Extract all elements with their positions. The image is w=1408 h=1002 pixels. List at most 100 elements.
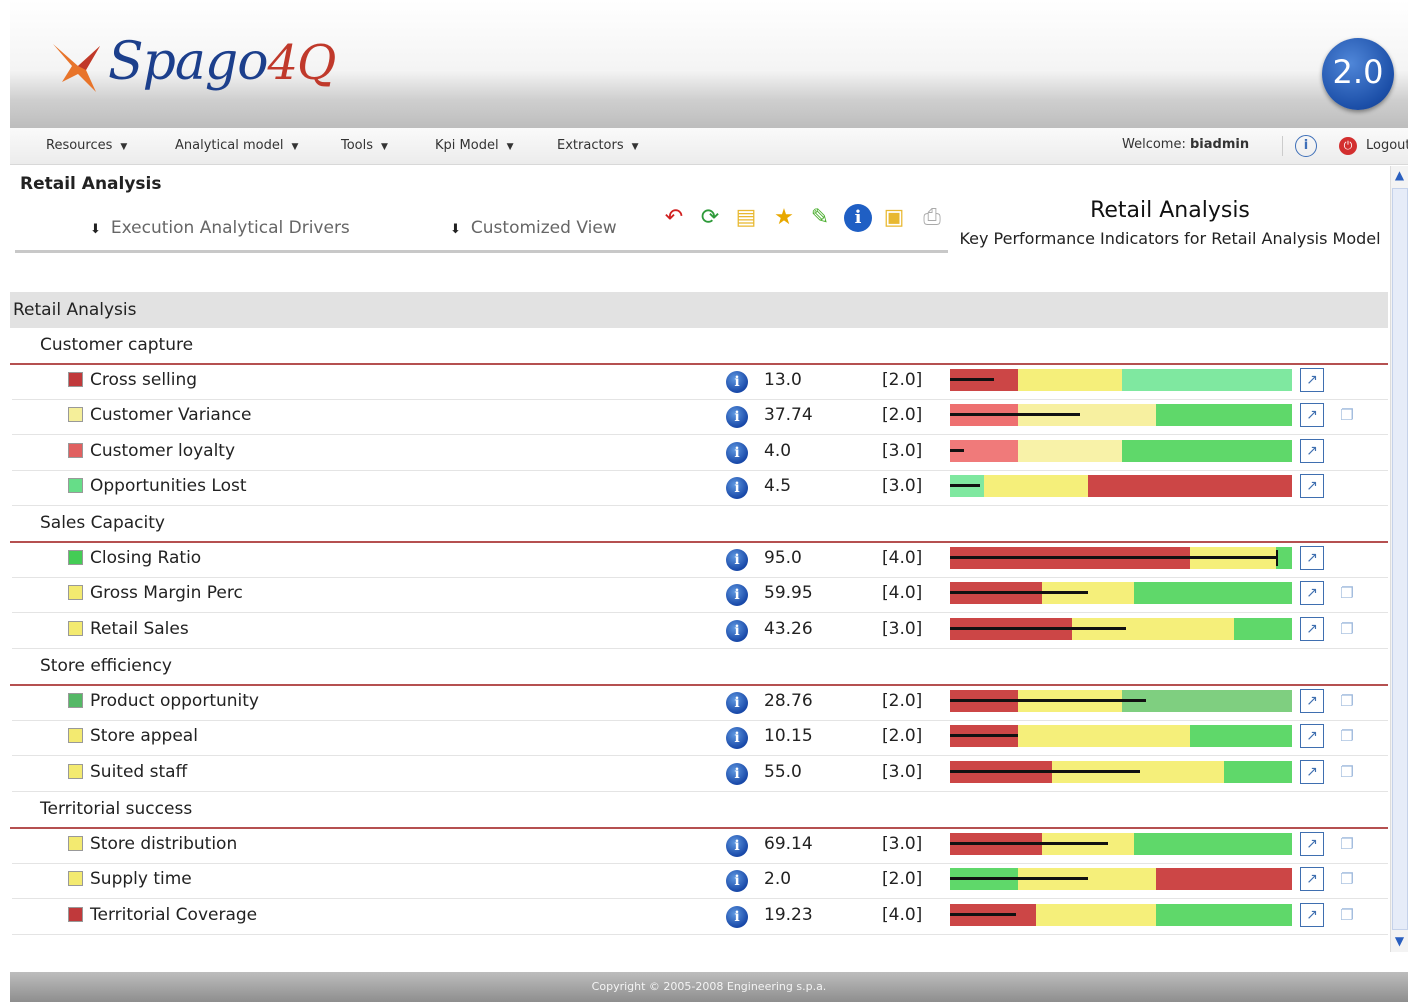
kpi-name: Territorial Coverage [90, 905, 258, 925]
trend-chart-icon[interactable]: ↗ [1300, 689, 1324, 713]
kpi-weight: [4.0] [882, 583, 923, 603]
trend-chart-icon[interactable]: ↗ [1300, 760, 1324, 784]
logout-link[interactable]: Logout [1366, 138, 1408, 153]
power-icon[interactable]: ⏻ [1339, 137, 1357, 155]
kpi-row: Cross selling i 13.0 [2.0] ↗ [12, 364, 1388, 400]
scroll-down-icon[interactable]: ▼ [1392, 934, 1407, 950]
export-icon[interactable]: ▣ [880, 204, 908, 232]
footer-copyright: Copyright © 2005-2008 Engineering s.p.a. [10, 972, 1408, 1002]
refresh-icon[interactable]: ⟳ [696, 204, 724, 232]
kpi-name: Customer Variance [90, 405, 252, 425]
spago4q-logo: Spago4Q [48, 30, 338, 110]
status-square [68, 443, 83, 458]
trend-chart-icon[interactable]: ↗ [1300, 368, 1324, 392]
info-icon[interactable]: i [1295, 135, 1317, 157]
kpi-info-icon[interactable]: i [726, 692, 748, 714]
tree-root-row: Retail Analysis [10, 292, 1388, 328]
status-square [68, 585, 83, 600]
menu-label: Kpi Model [435, 138, 499, 153]
edit-icon[interactable]: ✎ [806, 204, 834, 232]
kpi-info-icon[interactable]: i [726, 477, 748, 499]
copy-icon[interactable]: ❐ [1338, 835, 1356, 853]
status-square [68, 407, 83, 422]
trend-chart-icon[interactable]: ↗ [1300, 403, 1324, 427]
kpi-weight: [3.0] [882, 762, 923, 782]
kpi-weight: [2.0] [882, 370, 923, 390]
menu-resources[interactable]: Resources ▼ [46, 138, 127, 153]
kpi-info-icon[interactable]: i [726, 835, 748, 857]
menu-extractors[interactable]: Extractors ▼ [557, 138, 639, 153]
menu-analytical-model[interactable]: Analytical model ▼ [175, 138, 298, 153]
trend-chart-icon[interactable]: ↗ [1300, 832, 1324, 856]
print-icon[interactable]: ⎙ [918, 204, 946, 232]
kpi-value: 19.23 [764, 905, 813, 925]
kpi-row: Product opportunity i 28.76 [2.0] ↗ ❐ [12, 685, 1388, 721]
tab-label: Customized View [470, 218, 617, 238]
trend-chart-icon[interactable]: ↗ [1300, 581, 1324, 605]
status-square [68, 836, 83, 851]
back-icon[interactable]: ↶ [660, 204, 688, 232]
copy-icon[interactable]: ❐ [1338, 620, 1356, 638]
trend-chart-icon[interactable]: ↗ [1300, 867, 1324, 891]
kpi-info-icon[interactable]: i [726, 371, 748, 393]
kpi-value: 28.76 [764, 691, 813, 711]
vertical-scrollbar[interactable]: ▲ ▼ [1390, 166, 1408, 952]
trend-chart-icon[interactable]: ↗ [1300, 439, 1324, 463]
copy-icon[interactable]: ❐ [1338, 584, 1356, 602]
kpi-row: Supply time i 2.0 [2.0] ↗ ❐ [12, 863, 1388, 899]
trend-chart-icon[interactable]: ↗ [1300, 546, 1324, 570]
kpi-info-icon[interactable]: i [726, 727, 748, 749]
copy-icon[interactable]: ❐ [1338, 870, 1356, 888]
copy-icon[interactable]: ❐ [1338, 727, 1356, 745]
tab-execution-analytical-drivers[interactable]: ⬇ Execution Analytical Drivers [90, 218, 350, 238]
trend-chart-icon[interactable]: ↗ [1300, 617, 1324, 641]
kpi-row: Gross Margin Perc i 59.95 [4.0] ↗ ❐ [12, 577, 1388, 613]
menu-label: Tools [341, 138, 374, 153]
kpi-bullet-bar [950, 690, 1292, 712]
copy-icon[interactable]: ❐ [1338, 406, 1356, 424]
kpi-weight: [4.0] [882, 548, 923, 568]
kpi-info-icon[interactable]: i [726, 442, 748, 464]
kpi-info-icon[interactable]: i [726, 620, 748, 642]
status-square [68, 693, 83, 708]
star-icon[interactable]: ★ [770, 204, 798, 232]
status-square [68, 372, 83, 387]
kpi-weight: [3.0] [882, 834, 923, 854]
status-square [68, 907, 83, 922]
kpi-row: Customer Variance i 37.74 [2.0] ↗ ❐ [12, 399, 1388, 435]
kpi-row: Store appeal i 10.15 [2.0] ↗ ❐ [12, 720, 1388, 756]
caret-down-icon: ▼ [381, 142, 388, 152]
version-badge: 2.0 [1322, 38, 1394, 110]
menu-label: Analytical model [175, 138, 284, 153]
kpi-info-icon[interactable]: i [726, 584, 748, 606]
copy-icon[interactable]: ❐ [1338, 763, 1356, 781]
add-document-icon[interactable]: ▤ [732, 204, 760, 232]
welcome-label: Welcome: [1122, 137, 1186, 152]
kpi-weight: [4.0] [882, 905, 923, 925]
logo-text: Spago [108, 32, 269, 92]
kpi-info-icon[interactable]: i [726, 549, 748, 571]
trend-chart-icon[interactable]: ↗ [1300, 474, 1324, 498]
copy-icon[interactable]: ❐ [1338, 906, 1356, 924]
menu-label: Extractors [557, 138, 624, 153]
menu-kpi-model[interactable]: Kpi Model ▼ [435, 138, 513, 153]
tab-customized-view[interactable]: ⬇ Customized View [450, 218, 617, 238]
kpi-info-icon[interactable]: i [726, 763, 748, 785]
kpi-name: Supply time [90, 869, 192, 889]
group-row: Store efficiency [10, 649, 1388, 686]
kpi-info-icon[interactable]: i [726, 406, 748, 428]
kpi-name: Suited staff [90, 762, 188, 782]
kpi-info-icon[interactable]: i [726, 906, 748, 928]
scroll-up-icon[interactable]: ▲ [1392, 168, 1407, 184]
copy-icon[interactable]: ❐ [1338, 692, 1356, 710]
kpi-bullet-bar [950, 547, 1292, 569]
menu-tools[interactable]: Tools ▼ [341, 138, 388, 153]
info-icon[interactable]: i [844, 204, 872, 232]
kpi-info-icon[interactable]: i [726, 870, 748, 892]
kpi-row: Territorial Coverage i 19.23 [4.0] ↗ ❐ [12, 899, 1388, 935]
trend-chart-icon[interactable]: ↗ [1300, 724, 1324, 748]
kpi-bullet-bar [950, 369, 1292, 391]
kpi-value: 37.74 [764, 405, 813, 425]
scroll-thumb[interactable] [1392, 188, 1408, 930]
trend-chart-icon[interactable]: ↗ [1300, 903, 1324, 927]
